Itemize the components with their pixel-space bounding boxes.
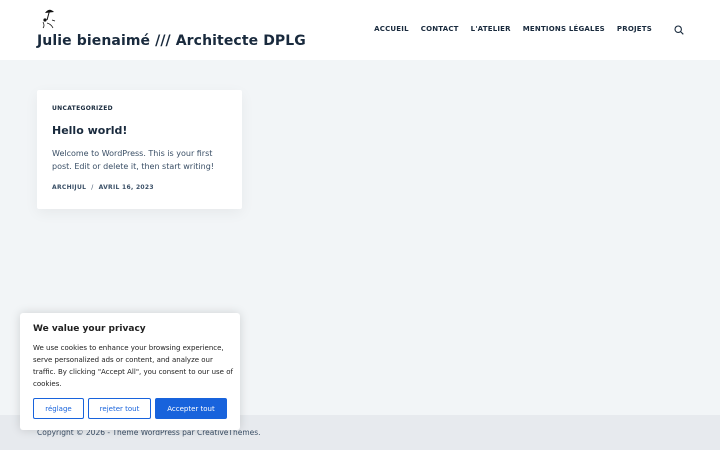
accept-all-button[interactable]: Accepter tout — [155, 398, 227, 419]
nav-item-contact[interactable]: CONTACT — [415, 25, 465, 33]
post-meta: ARCHIJUL / AVRIL 16, 2023 — [52, 184, 154, 191]
site-header: Julie bienaimé /// Architecte DPLG ACCUE… — [0, 0, 720, 60]
search-icon[interactable] — [674, 25, 684, 35]
post-author[interactable]: ARCHIJUL — [52, 184, 86, 191]
reject-all-button[interactable]: rejeter tout — [88, 398, 151, 419]
post-card: UNCATEGORIZED Hello world! Welcome to Wo… — [37, 90, 242, 209]
meta-separator: / — [91, 184, 94, 191]
main-nav: ACCUEIL CONTACT L'ATELIER MENTIONS LÉGAL… — [368, 25, 658, 33]
cookie-consent-banner: We value your privacy We use cookies to … — [20, 313, 240, 430]
post-date: AVRIL 16, 2023 — [98, 184, 154, 191]
customize-button[interactable]: réglage — [33, 398, 84, 419]
nav-item-accueil[interactable]: ACCUEIL — [368, 25, 415, 33]
post-excerpt: Welcome to WordPress. This is your first… — [52, 149, 215, 171]
nav-item-projets[interactable]: PROJETS — [611, 25, 658, 33]
cookie-text: We use cookies to enhance your browsing … — [33, 344, 233, 388]
nav-item-atelier[interactable]: L'ATELIER — [465, 25, 517, 33]
post-title[interactable]: Hello world! — [52, 124, 127, 137]
cookie-title: We value your privacy — [33, 324, 146, 334]
nav-item-mentions-legales[interactable]: MENTIONS LÉGALES — [517, 25, 611, 33]
post-category[interactable]: UNCATEGORIZED — [52, 105, 113, 112]
logo-icon[interactable] — [39, 7, 59, 29]
site-title[interactable]: Julie bienaimé /// Architecte DPLG — [37, 33, 306, 49]
